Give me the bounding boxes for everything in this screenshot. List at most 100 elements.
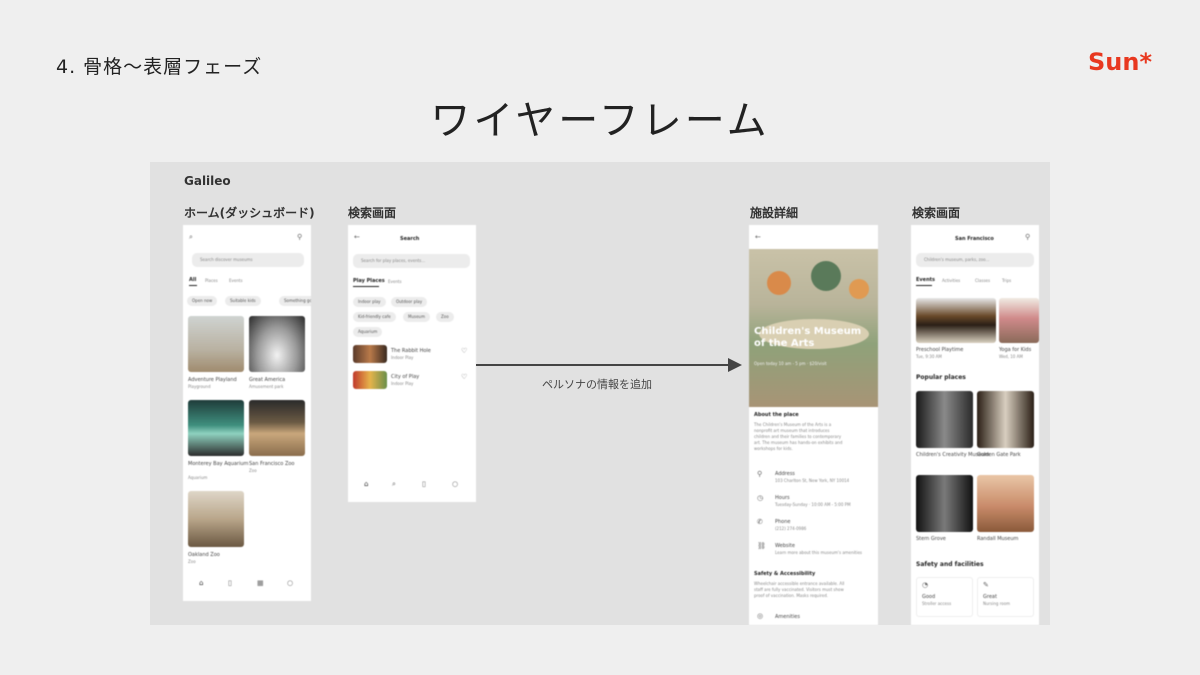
amenities-icon: ◎ bbox=[757, 612, 764, 620]
tree-shape bbox=[811, 261, 841, 291]
info-label: Hours bbox=[775, 495, 790, 501]
card-title: San Francisco Zoo bbox=[249, 461, 295, 467]
tab-underline bbox=[916, 285, 932, 286]
chip-museum[interactable]: Museum bbox=[403, 312, 430, 322]
result-title[interactable]: The Rabbit Hole bbox=[391, 348, 431, 354]
tab-activities[interactable]: Activities bbox=[942, 278, 960, 283]
home-nav-icon[interactable]: ⌂ bbox=[364, 481, 368, 488]
result-thumbnail[interactable] bbox=[353, 345, 387, 363]
heart-icon[interactable]: ♡ bbox=[461, 348, 467, 355]
card-sub: Zoo bbox=[188, 559, 196, 564]
chip-something-good[interactable]: Something good bbox=[279, 296, 311, 306]
chip-zoo[interactable]: Zoo bbox=[436, 312, 454, 322]
home-nav-icon[interactable]: ⌂ bbox=[199, 580, 203, 587]
tab-classes[interactable]: Classes bbox=[975, 278, 990, 283]
card-image-oakland-zoo[interactable] bbox=[188, 491, 244, 547]
card-image-playland[interactable] bbox=[188, 316, 244, 372]
card-image-great-america[interactable] bbox=[249, 316, 305, 372]
about-line: children and their families to contempor… bbox=[754, 434, 842, 439]
frame-label-detail: 施設詳細 bbox=[750, 206, 799, 220]
search-input[interactable]: Search discover museums bbox=[192, 253, 304, 267]
about-line: The Children's Museum of the Arts is a bbox=[754, 422, 832, 427]
detail-screen: ← Children's Museum of the Arts Open tod… bbox=[749, 225, 878, 625]
place-title: Randall Museum bbox=[977, 536, 1019, 542]
safety-heading: Safety and facilities bbox=[916, 561, 984, 568]
safety-card: ✎ Great Nursing room bbox=[977, 577, 1034, 617]
frame-label-search: 検索画面 bbox=[348, 206, 397, 220]
screen-title: Search bbox=[400, 236, 420, 242]
safety-line: Wheelchair accessible entrance available… bbox=[754, 581, 845, 586]
result-sub: Indoor Play bbox=[391, 381, 414, 386]
card-image-zoo[interactable] bbox=[249, 400, 305, 456]
result-thumbnail[interactable] bbox=[353, 371, 387, 389]
place-image[interactable] bbox=[916, 391, 973, 448]
arrow-label: ペルソナの情報を追加 bbox=[542, 378, 652, 391]
bookmark-nav-icon[interactable]: ▯ bbox=[228, 580, 232, 587]
hero-title: Children's Museum of the Arts bbox=[754, 326, 862, 349]
section-label: 4. 骨格〜表層フェーズ bbox=[56, 56, 263, 78]
tab-underline bbox=[353, 286, 379, 287]
profile-nav-icon[interactable]: ○ bbox=[287, 580, 293, 587]
calendar-nav-icon[interactable]: ▦ bbox=[257, 580, 264, 587]
location-pin-icon[interactable]: ⚲ bbox=[1025, 234, 1030, 241]
search-input[interactable]: Search for play places, events... bbox=[353, 254, 470, 268]
location-pin-icon[interactable]: ⚲ bbox=[297, 234, 302, 241]
tab-all[interactable]: All bbox=[189, 277, 196, 283]
search-input[interactable]: Children's museum, parks, zoo... bbox=[916, 253, 1034, 267]
place-image[interactable] bbox=[977, 475, 1034, 532]
card-sub: Amusement park bbox=[249, 384, 284, 389]
search-icon[interactable]: ⌕ bbox=[189, 234, 193, 241]
tab-events[interactable]: Events bbox=[916, 277, 935, 283]
safety-title: Great bbox=[983, 594, 997, 600]
card-title: Great America bbox=[249, 377, 286, 383]
back-arrow-icon[interactable]: ← bbox=[755, 234, 761, 241]
chip-outdoor-play[interactable]: Outdoor play bbox=[391, 297, 428, 307]
place-title: Golden Gate Park bbox=[977, 452, 1021, 458]
safety-sub: Stroller access bbox=[922, 601, 952, 606]
frame-label-home: ホーム(ダッシュボード) bbox=[184, 206, 315, 220]
info-value[interactable]: Learn more about this museum's amenities bbox=[775, 550, 862, 555]
chip-open-now[interactable]: Open now bbox=[187, 296, 218, 306]
event-image-playtime[interactable] bbox=[916, 298, 996, 343]
tab-events[interactable]: Events bbox=[388, 279, 402, 284]
brand-logo: Sun* bbox=[1088, 48, 1153, 76]
tab-trips[interactable]: Trips bbox=[1002, 278, 1011, 283]
card-title: Oakland Zoo bbox=[188, 552, 220, 558]
safety-sub: Nursing room bbox=[983, 601, 1011, 606]
about-heading: About the place bbox=[754, 412, 799, 418]
clock-icon: ◷ bbox=[757, 494, 764, 502]
city-search-screen: San Francisco ⚲ Children's museum, parks… bbox=[911, 225, 1039, 625]
place-image[interactable] bbox=[977, 391, 1034, 448]
about-line: workshops for kids. bbox=[754, 446, 793, 451]
back-arrow-icon[interactable]: ← bbox=[354, 234, 360, 241]
safety-card: ◔ Good Stroller access bbox=[916, 577, 973, 617]
card-image-aquarium[interactable] bbox=[188, 400, 244, 456]
event-image-yoga[interactable] bbox=[999, 298, 1039, 343]
info-value: 103 Charlton St, New York, NY 10014 bbox=[775, 478, 850, 483]
tab-play-places[interactable]: Play Places bbox=[353, 278, 385, 284]
tab-events[interactable]: Events bbox=[229, 278, 243, 283]
card-sub: Zoo bbox=[249, 468, 257, 473]
bookmark-nav-icon[interactable]: ▯ bbox=[422, 481, 426, 488]
profile-nav-icon[interactable]: ○ bbox=[452, 481, 458, 488]
chip-suitable-kids[interactable]: Suitable kids bbox=[225, 296, 261, 306]
link-icon: ⛓ bbox=[757, 542, 766, 550]
chip-kid-friendly-cafe[interactable]: Kid-friendly cafe bbox=[353, 312, 396, 322]
place-image[interactable] bbox=[916, 475, 973, 532]
chip-indoor-play[interactable]: Indoor play bbox=[353, 297, 386, 307]
safety-line: staff are fully vaccinated. Visitors mus… bbox=[754, 587, 844, 592]
hero-sub: Open today 10 am - 5 pm · $20/visit bbox=[754, 361, 827, 366]
info-value[interactable]: (212) 274-0986 bbox=[775, 526, 806, 531]
tab-underline bbox=[189, 285, 197, 286]
event-title: Preschool Playtime bbox=[916, 347, 964, 353]
card-sub: Playground bbox=[188, 384, 211, 389]
popular-heading: Popular places bbox=[916, 374, 966, 381]
heart-icon[interactable]: ♡ bbox=[461, 374, 467, 381]
chip-aquarium[interactable]: Aquarium bbox=[353, 327, 383, 337]
safety-title: Good bbox=[922, 594, 936, 600]
tab-places[interactable]: Places bbox=[205, 278, 218, 283]
search-nav-icon[interactable]: ⌕ bbox=[392, 481, 396, 488]
result-title[interactable]: City of Play bbox=[391, 374, 419, 380]
arrow-head-icon bbox=[728, 358, 742, 372]
card-sub: Aquarium bbox=[188, 475, 208, 480]
